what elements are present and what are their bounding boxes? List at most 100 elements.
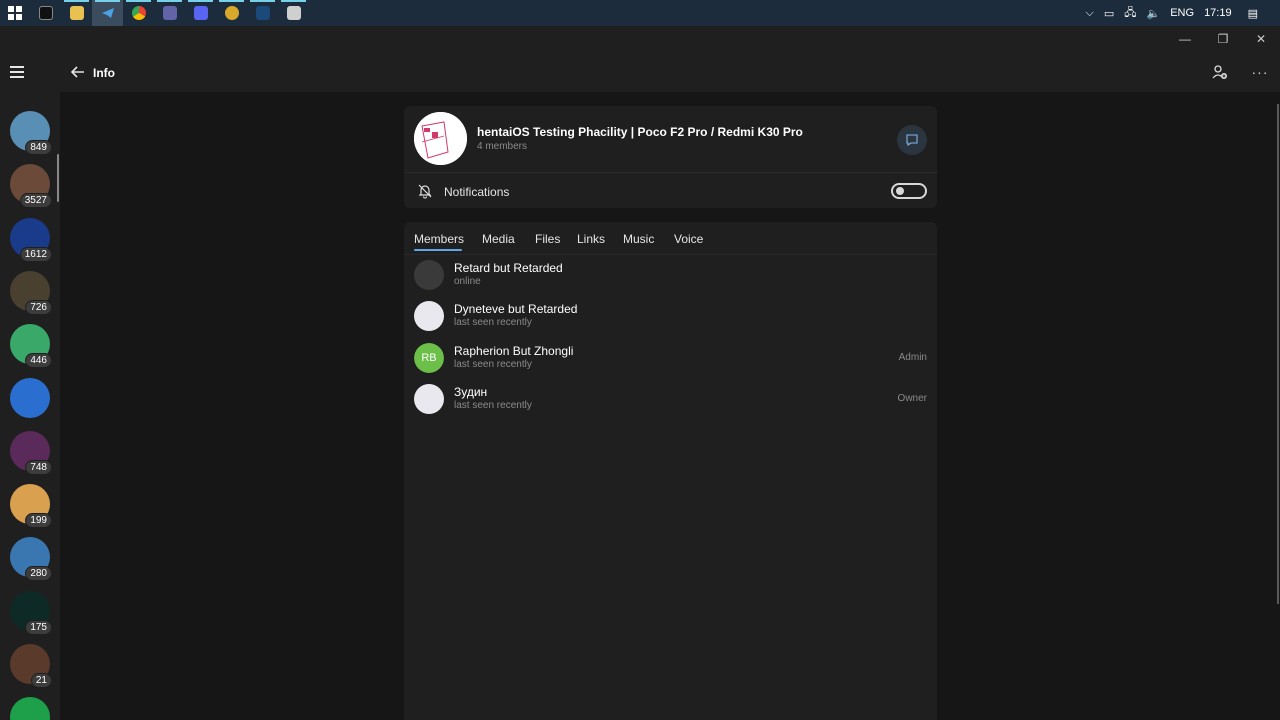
window-titlebar: — ❐ ✕ [0,26,1280,52]
more-options-button[interactable]: ··· [1250,62,1270,82]
chat-avatar[interactable]: 446 [10,324,52,369]
chat-avatar[interactable]: 748 [10,430,52,475]
windows-start-button[interactable] [0,0,30,26]
notification-center-icon[interactable]: ▤ [1248,7,1258,20]
unread-badge: 1612 [19,246,52,262]
shared-media-tabs: Members Media Files Links Music Voice [404,222,937,255]
add-user-icon [1212,65,1227,79]
group-avatar-image [414,112,467,165]
more-icon: ··· [1251,64,1269,80]
network-icon[interactable]: 🖧 [1124,4,1136,23]
windows-taskbar: ⌵ ▭ 🖧 🔈 ENG 17:19 ▤ [0,0,1280,26]
chat-list: 849 3527 1612 726 446 748 199 280 175 21 [0,96,60,720]
member-name: Dyneteve but Retarded [454,302,578,317]
member-avatar [414,383,444,414]
avatar-initials: RB [414,342,444,373]
tab-files[interactable]: Files [535,232,560,246]
teams-icon [162,6,177,20]
members-card: Members Media Files Links Music Voice Retard … [404,222,937,720]
unread-badge: 3527 [19,193,52,209]
tab-voice[interactable]: Voice [674,232,703,246]
tab-members[interactable]: Members [414,232,464,246]
info-header: Info ··· [60,52,1280,92]
restore-button[interactable]: ❐ [1204,26,1242,52]
notifications-label: Notifications [444,185,510,199]
unread-badge: 280 [25,566,52,582]
unread-badge: 748 [25,459,52,475]
group-avatar[interactable] [414,112,467,165]
tray-device-icon[interactable]: ▭ [1104,7,1114,20]
group-member-count: 4 members [477,141,528,152]
chat-avatar[interactable]: 280 [10,537,52,582]
member-role: Owner [897,392,927,404]
tab-links[interactable]: Links [577,232,605,246]
chat-list-scrollbar[interactable] [57,154,59,202]
unread-badge: 199 [25,513,52,529]
chat-avatar[interactable]: 849 [10,111,52,155]
chat-avatar[interactable] [10,377,50,418]
taskbar-app7[interactable] [216,0,247,26]
page-title: Info [93,66,115,80]
taskbar-apps [30,0,309,26]
chevron-up-icon[interactable]: ⌵ [1086,7,1094,20]
app-icon [286,6,301,20]
member-role: Admin [898,351,927,363]
menu-icon[interactable] [10,66,24,78]
taskbar-teams[interactable] [154,0,185,26]
minimize-button[interactable]: — [1166,26,1204,52]
unread-badge: 726 [25,299,52,315]
member-avatar [414,301,444,332]
taskbar-chrome[interactable] [123,0,154,26]
app-icon [224,6,239,20]
info-content: hentaiOS Testing Phacility | Poco F2 Pro… [60,92,1280,720]
group-name: hentaiOS Testing Phacility | Poco F2 Pro… [477,125,803,139]
message-icon [906,134,918,147]
chat-avatar[interactable]: 199 [10,484,52,529]
close-button[interactable]: ✕ [1242,26,1280,52]
member-row[interactable]: Dyneteve but Retarded last seen recently [404,297,937,337]
taskbar-discord[interactable] [185,0,216,26]
open-chat-button[interactable] [897,125,927,155]
notifications-toggle[interactable] [891,183,927,199]
taskbar-steam[interactable] [247,0,278,26]
active-tab-indicator [414,249,462,251]
member-name: Retard but Retarded [454,261,563,275]
member-status: last seen recently [454,358,532,370]
add-member-button[interactable] [1210,62,1230,82]
windows-logo-icon [8,6,22,20]
content-scrollbar[interactable] [1277,104,1279,604]
toggle-knob [896,187,904,195]
member-row[interactable]: Зудин last seen recently Owner [404,380,937,420]
unread-badge: 175 [25,619,52,635]
chat-avatar[interactable]: 21 [10,644,52,688]
taskbar-telegram[interactable] [92,0,123,26]
unread-badge: 849 [25,140,52,155]
chat-avatar[interactable]: 175 [10,590,52,635]
chat-avatar[interactable]: 3527 [10,164,52,209]
back-button[interactable] [68,62,88,82]
member-name: Rapherion But Zhongli [454,343,574,358]
member-status: last seen recently [454,399,532,411]
tab-media[interactable]: Media [482,232,515,246]
member-status: last seen recently [454,317,532,329]
clock[interactable]: 17:19 [1204,7,1232,19]
volume-icon[interactable]: 🔈 [1147,7,1161,20]
telegram-icon [101,8,114,18]
language-indicator[interactable]: ENG [1170,7,1194,19]
chat-avatar[interactable] [10,697,50,720]
taskbar-app9[interactable] [278,0,309,26]
chat-avatar[interactable]: 1612 [10,217,52,262]
taskbar-file-explorer[interactable] [61,0,92,26]
tab-music[interactable]: Music [623,232,654,246]
discord-icon [193,6,208,20]
chat-avatar[interactable]: 726 [10,270,52,315]
member-avatar [414,260,444,290]
member-name: Зудин [454,384,488,399]
member-row[interactable]: RB Rapherion But Zhongli last seen recentl… [404,339,937,379]
member-status: online [454,276,481,287]
terminal-icon [38,6,53,20]
member-row[interactable]: Retard but Retarded online [404,256,937,296]
folder-icon [69,6,84,20]
taskbar-terminal[interactable] [30,0,61,26]
chat-list-rail: 849 3527 1612 726 446 748 199 280 175 21 [0,52,60,720]
